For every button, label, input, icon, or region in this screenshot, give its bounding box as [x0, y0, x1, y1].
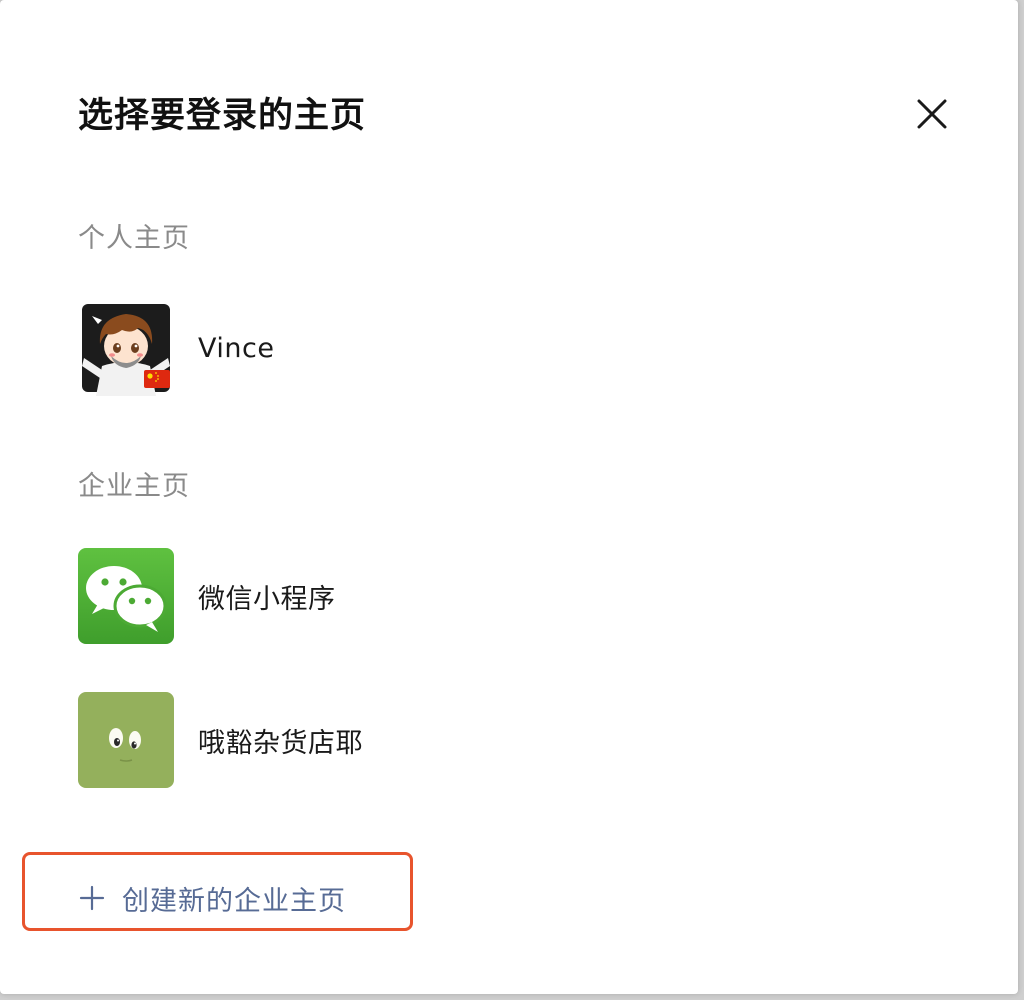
account-name: Vince [198, 332, 275, 364]
close-icon [917, 99, 947, 129]
account-row-grocery[interactable]: 哦豁杂货店耶 [78, 692, 938, 788]
anime-boy-avatar-icon [78, 300, 174, 396]
dialog-title: 选择要登录的主页 [78, 96, 367, 136]
business-section-label: 企业主页 [78, 471, 190, 502]
account-row-wechat-miniprogram[interactable]: 微信小程序 [78, 548, 938, 644]
create-business-page-label: 创建新的企业主页 [122, 885, 346, 917]
wechat-logo-icon [78, 548, 174, 644]
account-name: 微信小程序 [198, 583, 336, 615]
account-name: 哦豁杂货店耶 [198, 727, 363, 759]
avatar [78, 300, 174, 396]
create-business-page-button[interactable]: 创建新的企业主页 [78, 872, 346, 924]
close-button[interactable] [906, 88, 958, 140]
avatar [78, 548, 174, 644]
china-flag-icon [144, 370, 170, 388]
cartoon-eyes-avatar-icon [78, 692, 174, 788]
plus-icon [79, 885, 105, 911]
account-row-vince[interactable]: Vince [78, 300, 938, 396]
login-page-selector-dialog: 选择要登录的主页 个人主页 Vince 企业主页 微信小程序 哦豁杂货店耶 创建… [0, 0, 1018, 994]
avatar [78, 692, 174, 788]
personal-section-label: 个人主页 [78, 223, 190, 254]
